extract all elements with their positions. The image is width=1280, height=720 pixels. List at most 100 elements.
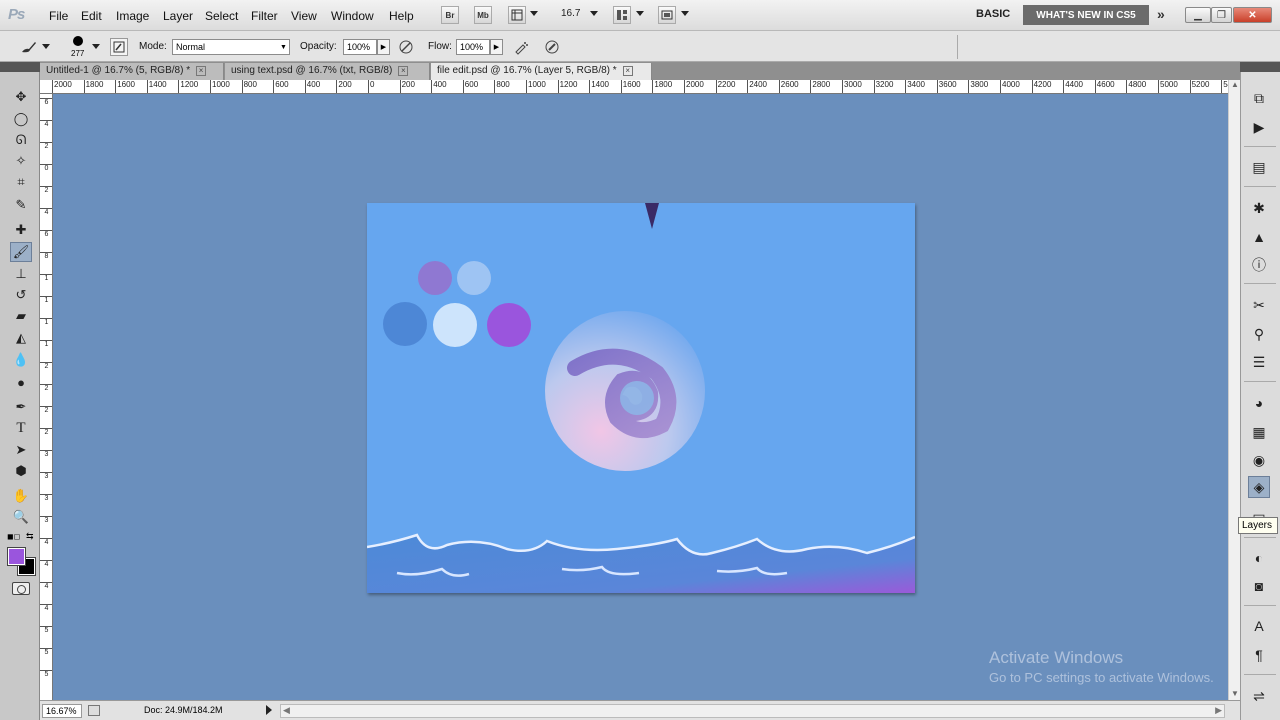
tool-presets-panel-icon[interactable]: ✂ (1248, 294, 1270, 316)
flow-slider-button[interactable]: ▶ (490, 39, 503, 55)
brush-preset-dropdown-icon[interactable] (92, 44, 100, 49)
document-canvas[interactable] (367, 203, 915, 593)
healing-brush-tool[interactable]: ✚ (10, 220, 32, 240)
foreground-color-swatch[interactable] (7, 547, 26, 566)
menu-filter[interactable]: Filter (251, 9, 278, 23)
actions-panel-icon[interactable]: ▶ (1248, 116, 1270, 138)
paint-bucket-tool[interactable]: ◭ (10, 328, 32, 348)
clone-stamp-tool[interactable]: ⊥ (10, 264, 32, 284)
tools-panel-header[interactable] (0, 62, 40, 72)
menu-image[interactable]: Image (116, 9, 149, 23)
brush-panel-toggle[interactable] (110, 38, 128, 56)
brush-presets-panel-icon[interactable]: ✱ (1248, 197, 1270, 219)
path-selection-tool[interactable]: ➤ (10, 440, 32, 460)
eraser-tool[interactable]: ▰ (10, 306, 32, 326)
workspace-basic-button[interactable]: BASIC (976, 8, 1010, 20)
dodge-tool[interactable]: ● (10, 372, 32, 392)
close-icon[interactable]: × (622, 66, 633, 76)
tab-using-text[interactable]: using text.psd @ 16.7% (txt, RGB/8) × (225, 63, 430, 80)
close-window-button[interactable]: ✕ (1233, 7, 1272, 23)
minimize-button[interactable]: ▁ (1185, 7, 1211, 23)
close-icon[interactable]: × (196, 66, 207, 76)
opacity-slider-button[interactable]: ▶ (377, 39, 390, 55)
swap-colors-icon[interactable]: ⇆ (26, 531, 34, 542)
menu-help[interactable]: Help (389, 9, 414, 23)
status-icon[interactable] (88, 705, 100, 716)
scroll-left-icon[interactable]: ◀ (283, 705, 290, 716)
screen-mode-button[interactable] (658, 6, 676, 24)
clone-source-panel-icon[interactable]: ⚲ (1248, 323, 1270, 345)
status-menu-icon[interactable] (266, 705, 272, 715)
quick-mask-button[interactable] (12, 582, 30, 595)
notes-panel-icon[interactable]: ▤ (1248, 156, 1270, 178)
mode-select[interactable]: Normal (172, 39, 290, 55)
masks-panel-icon[interactable]: ◙ (1248, 575, 1270, 597)
menu-file[interactable]: File (49, 9, 68, 23)
airbrush-button[interactable] (512, 38, 530, 56)
zoom-level[interactable]: 16.7 (561, 8, 580, 19)
navigator-panel-icon[interactable]: ▲ (1248, 226, 1270, 248)
crop-tool[interactable]: ⌗ (10, 172, 32, 192)
arrange-documents-button[interactable] (613, 6, 631, 24)
menu-edit[interactable]: Edit (81, 9, 102, 23)
paths-panel-icon[interactable]: ⇌ (1248, 685, 1270, 707)
vertical-scrollbar[interactable]: ▲ ▼ (1228, 80, 1240, 700)
horizontal-ruler[interactable]: 2000 1800 1600 1400 1200 1000 800 600 400 200 0 200… (40, 80, 1228, 94)
tab-file-edit[interactable]: file edit.psd @ 16.7% (Layer 5, RGB/8) *… (431, 63, 652, 80)
scroll-down-icon[interactable]: ▼ (1231, 689, 1239, 698)
arrange-dropdown-icon[interactable] (636, 11, 644, 16)
pen-tool[interactable]: ✒ (10, 397, 32, 417)
move-tool[interactable]: ✥ (10, 87, 32, 107)
view-extras-button[interactable] (508, 6, 526, 24)
brush-preset-picker[interactable] (73, 36, 83, 46)
eyedropper-tool[interactable]: ✎ (10, 195, 32, 215)
zoom-status-field[interactable]: 16.67% (42, 704, 82, 718)
view-extras-dropdown-icon[interactable] (530, 11, 538, 16)
brush-tool[interactable]: 🖌 (10, 242, 32, 262)
history-panel-icon[interactable]: ⧉ (1248, 87, 1270, 109)
layers-panel-icon[interactable]: ◈ (1248, 476, 1270, 498)
vertical-ruler[interactable]: 6 4 2 0 2 4 6 8 1 1 1 1 2 2 2 2 3 3 3 3 4 4 4 4 5 5 5 (40, 94, 53, 700)
close-icon[interactable]: × (398, 66, 409, 76)
tablet-opacity-button[interactable] (397, 38, 415, 56)
default-colors-icon[interactable]: ◼◻ (7, 532, 20, 541)
restore-button[interactable]: ❐ (1211, 7, 1232, 23)
screen-mode-dropdown-icon[interactable] (681, 11, 689, 16)
workspace-more-button[interactable]: » (1157, 6, 1165, 22)
quick-select-tool[interactable]: ✧ (10, 151, 32, 171)
horizontal-scrollbar[interactable]: ◀ ▶ (280, 704, 1225, 718)
zoom-dropdown-icon[interactable] (590, 11, 598, 16)
character-panel-icon[interactable]: A (1248, 615, 1270, 637)
lasso-tool[interactable]: ᘏ (10, 130, 32, 150)
tool-preset-dropdown-icon[interactable] (42, 44, 50, 49)
scroll-right-icon[interactable]: ▶ (1215, 705, 1222, 716)
shape-tool[interactable]: ⬢ (10, 461, 32, 481)
history-brush-tool[interactable]: ↺ (10, 285, 32, 305)
workspace-whats-new-button[interactable]: WHAT'S NEW IN CS5 (1023, 5, 1149, 25)
flow-field[interactable]: 100% (456, 39, 490, 55)
scroll-up-icon[interactable]: ▲ (1231, 80, 1239, 89)
adjustments-panel-icon[interactable]: ◐ (1248, 547, 1270, 569)
launch-bridge-button[interactable]: Br (441, 6, 459, 24)
tool-preset-picker[interactable] (20, 38, 38, 56)
marquee-tool[interactable]: ◯ (10, 109, 32, 129)
launch-minibridge-button[interactable]: Mb (474, 6, 492, 24)
tablet-size-button[interactable] (543, 38, 561, 56)
paragraph-panel-icon[interactable]: ¶ (1248, 644, 1270, 666)
zoom-tool[interactable]: 🔍 (10, 507, 32, 527)
menu-view[interactable]: View (291, 9, 317, 23)
brushes-panel-icon[interactable]: ☰ (1248, 351, 1270, 373)
menu-select[interactable]: Select (205, 9, 238, 23)
color-panel-icon[interactable]: ◕ (1248, 392, 1270, 414)
menu-layer[interactable]: Layer (163, 9, 193, 23)
opacity-field[interactable]: 100% (343, 39, 377, 55)
blur-tool[interactable]: 💧 (10, 350, 32, 370)
swatches-panel-icon[interactable]: ▦ (1248, 421, 1270, 443)
type-tool[interactable]: T (10, 418, 32, 438)
tab-untitled-1[interactable]: Untitled-1 @ 16.7% (5, RGB/8) * × (40, 63, 224, 80)
styles-panel-icon[interactable]: ◉ (1248, 449, 1270, 471)
hand-tool[interactable]: ✋ (10, 486, 32, 506)
menu-window[interactable]: Window (331, 9, 374, 23)
panel-dock-header[interactable] (1240, 62, 1280, 72)
info-panel-icon[interactable]: ⓘ (1248, 254, 1270, 276)
